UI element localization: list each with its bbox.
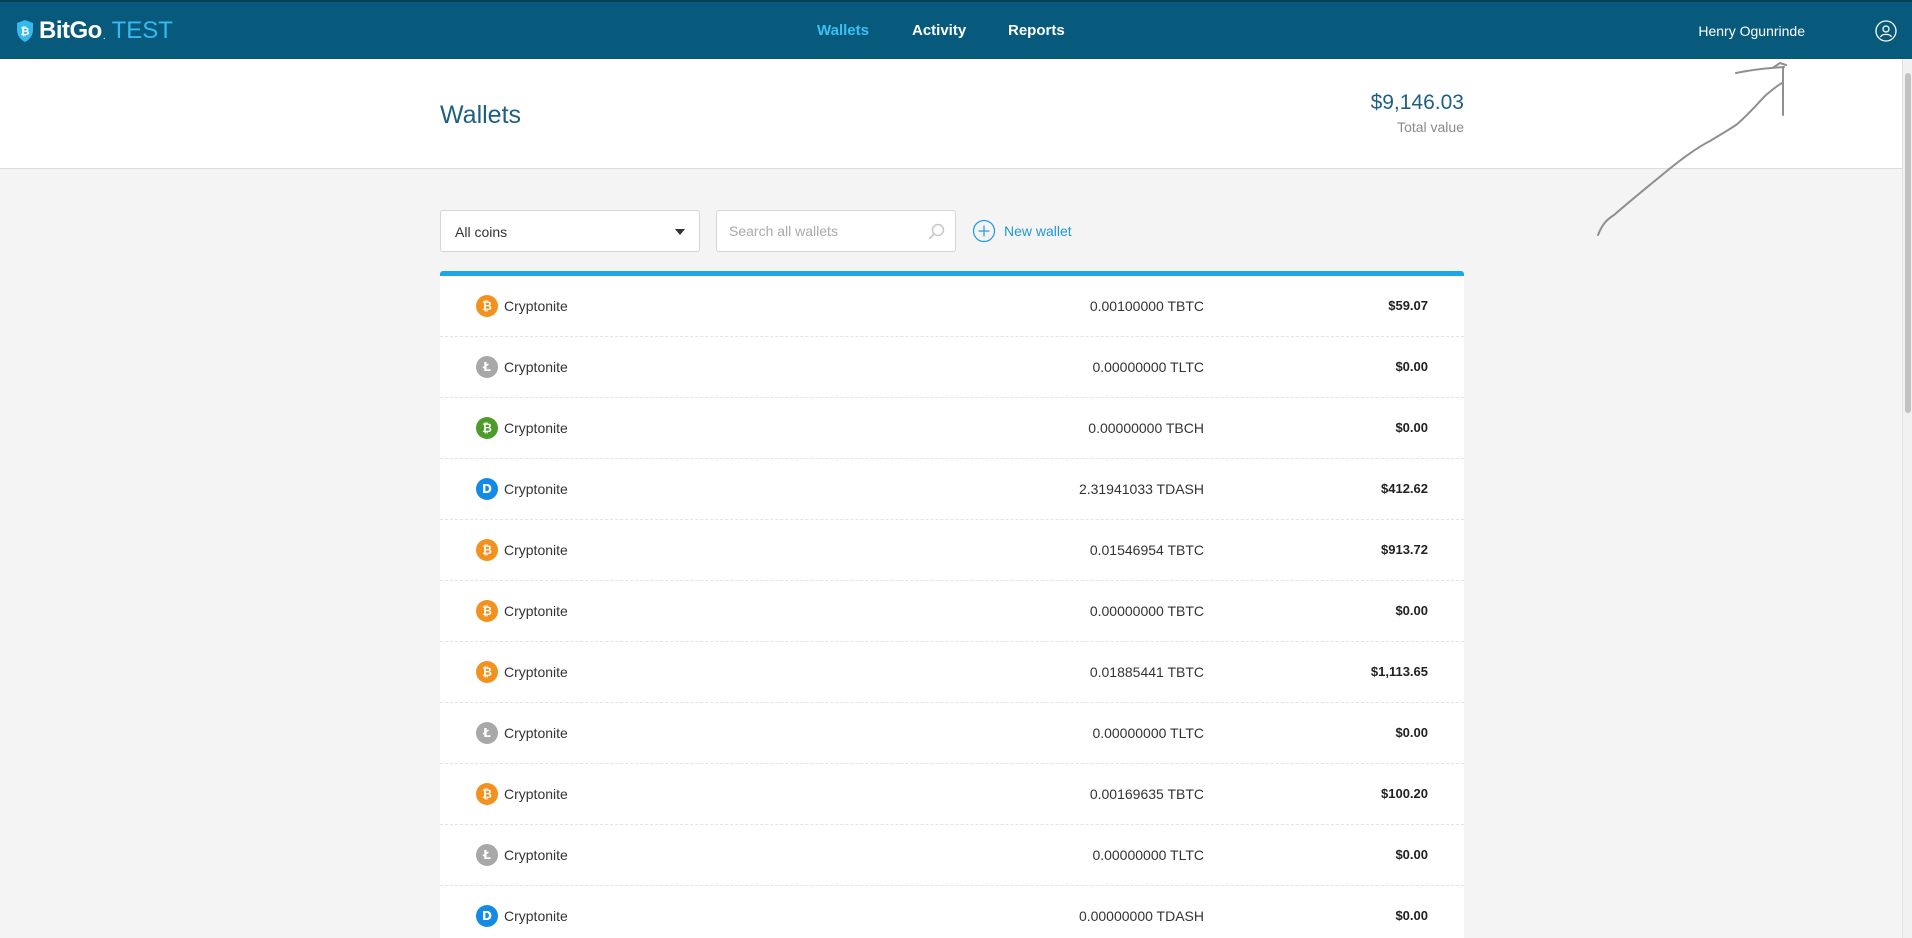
ltc-coin-icon: Ł: [476, 844, 498, 866]
wallet-balance: 0.00000000 TLTC: [1092, 847, 1204, 863]
coin-filter-value: All coins: [455, 224, 508, 240]
wallet-name: Cryptonite: [504, 847, 568, 863]
wallet-usd-value: $1,113.65: [1370, 664, 1428, 679]
wallet-row[interactable]: Ł Cryptonite 0.00000000 TLTC $0.00: [440, 825, 1464, 886]
wallet-search-input[interactable]: [729, 211, 924, 251]
wallet-row[interactable]: ₿ Cryptonite 0.01546954 TBTC $913.72: [440, 520, 1464, 581]
wallet-name: Cryptonite: [504, 420, 568, 436]
wallet-name: Cryptonite: [504, 298, 568, 314]
new-wallet-label: New wallet: [1004, 223, 1072, 239]
wallet-usd-value: $0.00: [1395, 420, 1428, 435]
page-title: Wallets: [440, 101, 522, 129]
total-value-amount: $9,146.03: [1370, 91, 1464, 114]
wallet-usd-value: $0.00: [1395, 603, 1428, 618]
wallet-list: ₿ Cryptonite 0.00100000 TBTC $59.07 Ł Cr…: [440, 271, 1464, 938]
wallet-row[interactable]: ₿ Cryptonite 0.00000000 TBCH $0.00: [440, 398, 1464, 459]
wallet-name: Cryptonite: [504, 725, 568, 741]
wallet-row[interactable]: D Cryptonite 0.00000000 TDASH $0.00: [440, 886, 1464, 938]
nav-wallets[interactable]: Wallets: [817, 22, 869, 39]
wallet-usd-value: $100.20: [1381, 786, 1428, 801]
wallet-usd-value: $412.62: [1381, 481, 1428, 496]
coin-filter-select[interactable]: All coins: [440, 210, 700, 252]
wallet-balance: 0.00000000 TBCH: [1088, 420, 1204, 436]
wallet-name: Cryptonite: [504, 603, 568, 619]
wallet-balance: 0.00100000 TBTC: [1089, 298, 1204, 314]
btc-coin-icon: ₿: [476, 600, 498, 622]
bch-coin-icon: ₿: [476, 417, 498, 439]
wallet-row[interactable]: ₿ Cryptonite 0.00000000 TBTC $0.00: [440, 581, 1464, 642]
wallet-search-box: [716, 210, 956, 252]
scrollbar-thumb[interactable]: [1905, 73, 1911, 413]
wallet-usd-value: $0.00: [1395, 908, 1428, 923]
wallet-name: Cryptonite: [504, 908, 568, 924]
page-scrollbar[interactable]: [1902, 59, 1912, 938]
wallet-name: Cryptonite: [504, 664, 568, 680]
wallet-balance: 0.00169635 TBTC: [1089, 786, 1204, 802]
wallet-row[interactable]: ₿ Cryptonite 0.00169635 TBTC $100.20: [440, 764, 1464, 825]
dash-coin-icon: D: [476, 478, 498, 500]
wallet-usd-value: $913.72: [1381, 542, 1428, 557]
btc-coin-icon: ₿: [476, 783, 498, 805]
wallet-usd-value: $0.00: [1395, 359, 1428, 374]
wallet-balance: 0.00000000 TLTC: [1092, 359, 1204, 375]
main-nav: Wallets Activity Reports: [0, 2, 1912, 59]
wallet-balance: 0.00000000 TDASH: [1078, 908, 1204, 924]
ltc-coin-icon: Ł: [476, 356, 498, 378]
plus-circle-icon: [972, 219, 996, 243]
wallet-usd-value: $0.00: [1395, 847, 1428, 862]
wallet-balance: 0.01885441 TBTC: [1089, 664, 1204, 680]
wallet-usd-value: $59.07: [1388, 298, 1428, 313]
user-name-link[interactable]: Henry Ogunrinde: [1698, 23, 1805, 39]
page-header: Wallets $9,146.03 Total value: [0, 59, 1902, 169]
wallet-row[interactable]: ₿ Cryptonite 0.00100000 TBTC $59.07: [440, 276, 1464, 337]
wallet-row[interactable]: ₿ Cryptonite 0.01885441 TBTC $1,113.65: [440, 642, 1464, 703]
caret-down-icon: [675, 229, 685, 235]
btc-coin-icon: ₿: [476, 295, 498, 317]
wallet-usd-value: $0.00: [1395, 725, 1428, 740]
search-icon[interactable]: [928, 223, 945, 240]
total-value-label: Total value: [1397, 119, 1464, 135]
wallet-balance: 0.00000000 TBTC: [1089, 603, 1204, 619]
wallet-name: Cryptonite: [504, 542, 568, 558]
btc-coin-icon: ₿: [476, 539, 498, 561]
nav-activity[interactable]: Activity: [912, 22, 966, 39]
dash-coin-icon: D: [476, 905, 498, 927]
nav-reports[interactable]: Reports: [1008, 22, 1065, 39]
wallet-name: Cryptonite: [504, 786, 568, 802]
wallet-row[interactable]: Ł Cryptonite 0.00000000 TLTC $0.00: [440, 337, 1464, 398]
wallet-balance: 2.31941033 TDASH: [1078, 481, 1204, 497]
wallet-name: Cryptonite: [504, 359, 568, 375]
wallet-name: Cryptonite: [504, 481, 568, 497]
user-account-icon[interactable]: [1875, 20, 1897, 42]
ltc-coin-icon: Ł: [476, 722, 498, 744]
new-wallet-button[interactable]: New wallet: [972, 219, 1072, 243]
wallet-balance: 0.00000000 TLTC: [1092, 725, 1204, 741]
wallet-row[interactable]: Ł Cryptonite 0.00000000 TLTC $0.00: [440, 703, 1464, 764]
wallet-row[interactable]: D Cryptonite 2.31941033 TDASH $412.62: [440, 459, 1464, 520]
top-navigation-bar: ₿ BitGo . TEST Wallets Activity Reports …: [0, 0, 1912, 59]
wallet-balance: 0.01546954 TBTC: [1089, 542, 1204, 558]
btc-coin-icon: ₿: [476, 661, 498, 683]
